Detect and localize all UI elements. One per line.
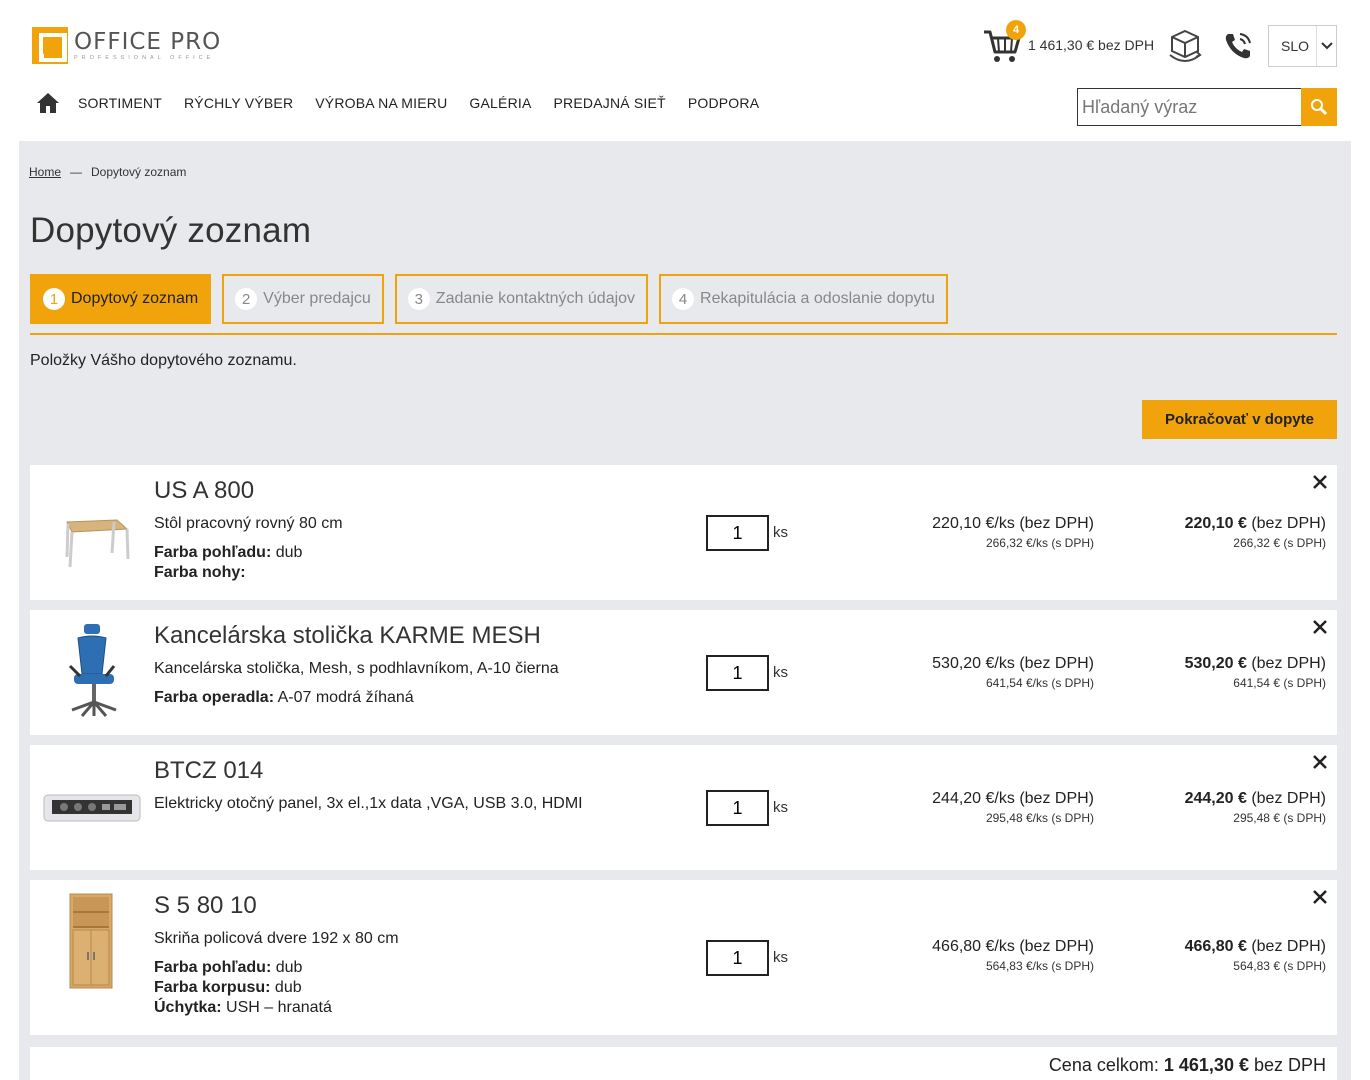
quantity-input[interactable]: [706, 790, 769, 826]
breadcrumb: Home — Dopytový zoznam: [29, 165, 187, 179]
step-3[interactable]: 3 Zadanie kontaktných údajov: [394, 274, 649, 324]
quantity-unit: ks: [773, 949, 788, 966]
item-name[interactable]: BTCZ 014: [154, 757, 263, 785]
step-number: 1: [43, 288, 65, 310]
nav-item-podpora[interactable]: PODPORA: [688, 95, 759, 111]
cart-total[interactable]: 1 461,30 € bez DPH: [1028, 37, 1154, 53]
list-item: US A 800 Stôl pracovný rovný 80 cm Farba…: [30, 465, 1337, 600]
item-description: Elektricky otočný panel, 3x el.,1x data …: [154, 795, 583, 812]
language-label: SLO: [1281, 38, 1310, 54]
cart-count-badge[interactable]: 4: [1006, 20, 1026, 40]
quantity-input[interactable]: [706, 655, 769, 691]
logo-title: OFFICE PRO: [74, 28, 222, 55]
unit-price: 530,20 €/ks (bez DPH) 641,54 €/ks (s DPH…: [932, 655, 1094, 690]
page-title: Dopytový zoznam: [30, 211, 312, 250]
unit-price: 466,80 €/ks (bez DPH) 564,83 €/ks (s DPH…: [932, 938, 1094, 973]
quantity-input[interactable]: [706, 515, 769, 551]
nav-item-rychly-vyber[interactable]: RÝCHLY VÝBER: [184, 95, 293, 111]
search-input[interactable]: [1077, 88, 1301, 126]
quantity-unit: ks: [773, 799, 788, 816]
step-label: Výber predajcu: [263, 290, 371, 307]
main-content: Home — Dopytový zoznam Dopytový zoznam 1…: [19, 141, 1351, 1080]
step-4[interactable]: 4 Rekapitulácia a odoslanie dopytu: [659, 274, 948, 324]
total-price: 244,20 € (bez DPH) 295,48 € (s DPH): [1184, 790, 1326, 825]
item-description: Kancelárska stolička, Mesh, s podhlavník…: [154, 660, 559, 677]
nav-item-galeria[interactable]: GALÉRIA: [469, 95, 531, 111]
breadcrumb-home[interactable]: Home: [29, 165, 61, 179]
order-summary: Cena celkom: 1 461,30 € bez DPH: [30, 1047, 1337, 1080]
intro-text: Položky Vášho dopytového zoznamu.: [30, 352, 297, 369]
item-attributes: Farba pohľadu: dub Farba nohy:: [154, 544, 303, 581]
quantity-unit: ks: [773, 524, 788, 541]
product-image-panel[interactable]: [42, 757, 142, 857]
step-label: Dopytový zoznam: [71, 290, 199, 307]
product-image-desk[interactable]: [42, 487, 142, 587]
item-attributes: Farba operadla: A-07 modrá žíhaná: [154, 689, 414, 706]
search-icon: [1311, 99, 1328, 116]
list-item: Kancelárska stolička KARME MESH Kancelár…: [30, 610, 1337, 735]
close-icon[interactable]: [1311, 888, 1329, 906]
unit-price: 244,20 €/ks (bez DPH) 295,48 €/ks (s DPH…: [932, 790, 1094, 825]
main-nav: SORTIMENT RÝCHLY VÝBER VÝROBA NA MIERU G…: [36, 92, 781, 114]
step-2[interactable]: 2 Výber predajcu: [222, 274, 384, 324]
close-icon[interactable]: [1311, 473, 1329, 491]
step-label: Rekapitulácia a odoslanie dopytu: [700, 290, 935, 307]
step-1[interactable]: 1 Dopytový zoznam: [30, 274, 212, 324]
logo-mark: [32, 27, 68, 64]
quantity-unit: ks: [773, 664, 788, 681]
home-icon[interactable]: [36, 92, 60, 114]
item-description: Stôl pracovný rovný 80 cm: [154, 515, 343, 532]
total-price: 530,20 € (bez DPH) 641,54 € (s DPH): [1184, 655, 1326, 690]
list-item: BTCZ 014 Elektricky otočný panel, 3x el.…: [30, 745, 1337, 870]
close-icon[interactable]: [1311, 753, 1329, 771]
checkout-steps: 1 Dopytový zoznam 2 Výber predajcu 3 Zad…: [30, 274, 959, 324]
total-price: 220,10 € (bez DPH) 266,32 € (s DPH): [1184, 515, 1326, 550]
continue-button[interactable]: Pokračovať v dopyte: [1142, 400, 1337, 439]
language-select[interactable]: SLO: [1268, 25, 1337, 67]
logo[interactable]: OFFICE PRO PROFESSIONAL OFFICE: [32, 27, 221, 64]
nav-item-sortiment[interactable]: SORTIMENT: [78, 95, 162, 111]
list-item: S 5 80 10 Skriňa policová dvere 192 x 80…: [30, 880, 1337, 1035]
quantity-input[interactable]: [706, 940, 769, 976]
inquiry-items: US A 800 Stôl pracovný rovný 80 cm Farba…: [30, 465, 1337, 1045]
cube-3d-icon[interactable]: [1166, 27, 1204, 65]
site-header: OFFICE PRO PROFESSIONAL OFFICE 4 1 461,3…: [0, 0, 1370, 141]
nav-item-predajna-siet[interactable]: PREDAJNÁ SIEŤ: [554, 95, 666, 111]
nav-item-vyroba-na-mieru[interactable]: VÝROBA NA MIERU: [315, 95, 447, 111]
search-bar: [1077, 88, 1337, 126]
close-icon[interactable]: [1311, 618, 1329, 636]
search-button[interactable]: [1301, 88, 1337, 126]
step-number: 2: [235, 288, 258, 310]
chevron-down-icon: [1316, 26, 1336, 66]
phone-icon[interactable]: [1222, 30, 1254, 62]
item-name[interactable]: Kancelárska stolička KARME MESH: [154, 622, 541, 650]
steps-divider: [30, 333, 1337, 335]
grand-total: Cena celkom: 1 461,30 € bez DPH: [1048, 1055, 1326, 1075]
step-label: Zadanie kontaktných údajov: [435, 290, 636, 307]
total-price: 466,80 € (bez DPH) 564,83 € (s DPH): [1184, 938, 1326, 973]
breadcrumb-current: Dopytový zoznam: [91, 165, 187, 179]
item-attributes: Farba pohľadu: dub Farba korpusu: dub Úc…: [154, 959, 332, 1016]
step-number: 4: [672, 288, 695, 310]
item-name[interactable]: US A 800: [154, 477, 254, 505]
product-image-chair[interactable]: [42, 622, 142, 722]
product-image-cabinet[interactable]: [42, 892, 142, 992]
unit-price: 220,10 €/ks (bez DPH) 266,32 €/ks (s DPH…: [932, 515, 1094, 550]
item-description: Skriňa policová dvere 192 x 80 cm: [154, 930, 399, 947]
item-name[interactable]: S 5 80 10: [154, 892, 257, 920]
step-number: 3: [407, 288, 430, 310]
logo-subtitle: PROFESSIONAL OFFICE: [74, 54, 215, 61]
